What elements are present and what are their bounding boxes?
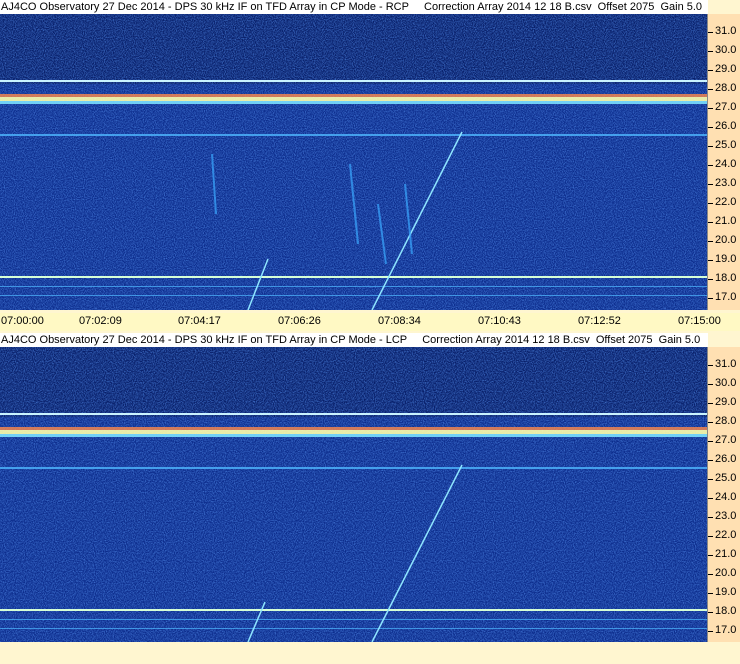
spectrogram-window: AJ4CO Observatory 27 Dec 2014 - DPS 30 k…	[0, 0, 740, 664]
x-tick: 07:02:09	[79, 315, 122, 327]
lcp-panel-title: AJ4CO Observatory 27 Dec 2014 - DPS 30 k…	[0, 333, 708, 347]
x-tick: 07:10:43	[478, 315, 521, 327]
rcp-spectrogram[interactable]	[0, 14, 707, 310]
rcp-panel-title: AJ4CO Observatory 27 Dec 2014 - DPS 30 k…	[0, 0, 708, 14]
time-axis: 07:00:00 07:02:09 07:04:17 07:06:26 07:0…	[0, 313, 740, 331]
x-tick: 07:15:00	[678, 315, 721, 327]
x-tick: 07:06:26	[278, 315, 321, 327]
lcp-frequency-axis: 31.0 30.0 29.0 28.0 27.0 26.0 25.0 24.0 …	[707, 347, 740, 642]
rcp-frequency-axis: 31.0 30.0 29.0 28.0 27.0 26.0 25.0 24.0 …	[707, 14, 740, 310]
bottom-status-strip	[0, 645, 740, 664]
lcp-spectrogram-image	[0, 347, 707, 642]
lcp-spectrogram[interactable]	[0, 347, 707, 642]
x-tick: 07:12:52	[578, 315, 621, 327]
x-tick: 07:08:34	[378, 315, 421, 327]
x-tick: 07:04:17	[178, 315, 221, 327]
rcp-spectrogram-image	[0, 14, 707, 310]
x-tick: 07:00:00	[1, 315, 44, 327]
